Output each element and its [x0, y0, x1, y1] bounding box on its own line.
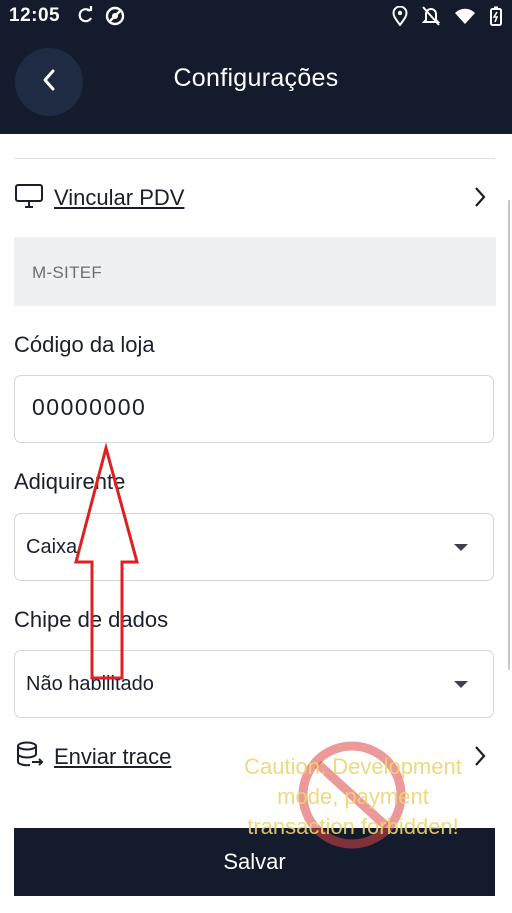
data-chip-label: Chipe de dados — [14, 607, 169, 632]
dropdown-arrow-icon — [454, 681, 468, 688]
send-trace-link[interactable]: Enviar trace — [14, 737, 495, 777]
data-chip-select[interactable]: Não habilitado — [14, 650, 494, 718]
divider — [14, 158, 495, 159]
scrollbar[interactable] — [508, 200, 510, 670]
database-export-icon — [14, 740, 44, 775]
battery-icon — [490, 6, 502, 31]
send-trace-label: Enviar trace — [54, 744, 172, 769]
save-button[interactable]: Salvar — [14, 828, 495, 896]
vincular-pdv-link[interactable]: Vincular PDV — [14, 178, 495, 218]
pdv-value-field: M-SITEF — [14, 237, 496, 306]
chevron-right-icon — [473, 745, 487, 772]
store-code-label: Código da loja — [14, 332, 155, 357]
store-code-value: 00000000 — [32, 394, 147, 420]
status-time: 12:05 — [9, 5, 61, 26]
acquirer-select[interactable]: Caixa — [14, 513, 494, 581]
monitor-icon — [14, 183, 44, 214]
save-label: Salvar — [223, 849, 286, 874]
store-code-input[interactable]: 00000000 — [14, 375, 494, 443]
location-icon — [392, 5, 408, 31]
page-title: Configurações — [173, 64, 339, 92]
status-bar: 12:05 — [0, 0, 512, 32]
acquirer-value: Caixa — [26, 536, 78, 558]
wifi-icon — [454, 7, 476, 30]
no-disturb-icon — [105, 6, 125, 31]
notifications-off-icon — [421, 6, 441, 31]
dropdown-arrow-icon — [454, 544, 468, 551]
app-header: Configurações — [0, 32, 512, 134]
vincular-pdv-label: Vincular PDV — [54, 185, 185, 210]
sync-icon — [77, 6, 95, 31]
chevron-right-icon — [473, 186, 487, 213]
acquirer-label: Adiquirente — [14, 469, 126, 494]
data-chip-value: Não habilitado — [26, 673, 154, 695]
pdv-value: M-SITEF — [32, 263, 103, 282]
